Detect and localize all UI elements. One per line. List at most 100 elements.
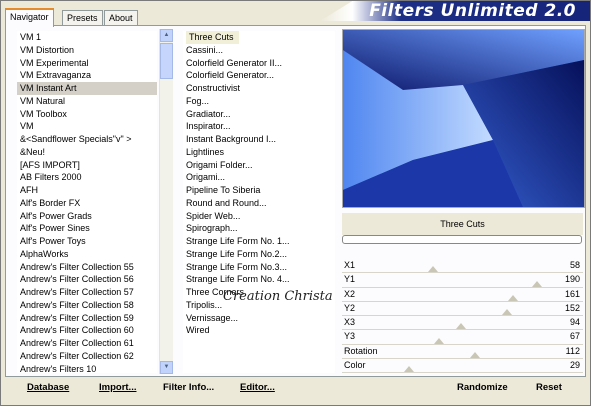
category-item[interactable]: Alf's Border FX: [17, 197, 157, 210]
filter-item[interactable]: Constructivist: [183, 82, 335, 95]
category-item[interactable]: VM Experimental: [17, 57, 157, 70]
filter-item-label: Fog...: [186, 95, 210, 106]
filters-unlimited-window: Filters Unlimited 2.0 Navigator Presets …: [0, 0, 591, 406]
filter-item[interactable]: Spider Web...: [183, 210, 335, 223]
category-item[interactable]: VM: [17, 120, 157, 133]
filter-item[interactable]: Round and Round...: [183, 197, 335, 210]
preview-image: [343, 30, 584, 207]
param-row[interactable]: Y2 152: [342, 302, 583, 317]
reset-label: Reset: [536, 382, 562, 393]
filter-item[interactable]: Strange Life Form No. 4...: [183, 273, 335, 286]
slider-thumb[interactable]: [508, 294, 518, 301]
filter-list[interactable]: Three Cuts Cassini... Colorfield Generator…: [183, 31, 335, 373]
filter-item[interactable]: Fog...: [183, 95, 335, 108]
param-row[interactable]: X1 58: [342, 259, 583, 274]
category-scrollbar[interactable]: ▲ ▼: [159, 29, 173, 374]
filter-item[interactable]: Strange Life Form No.2...: [183, 248, 335, 261]
slider-thumb[interactable]: [502, 309, 512, 316]
database-button[interactable]: Database: [27, 382, 69, 393]
param-label: Color: [344, 360, 366, 371]
param-value: 94: [569, 317, 580, 328]
filter-item-label: Lightlines: [186, 146, 225, 157]
filter-item-label: Colorfield Generator...: [186, 70, 275, 81]
category-item[interactable]: VM Instant Art: [17, 82, 157, 95]
param-row[interactable]: Y3 67: [342, 330, 583, 345]
filter-item-label: Pipeline To Siberia: [186, 185, 261, 195]
param-row[interactable]: Y1 190: [342, 273, 583, 288]
tab-about[interactable]: About: [104, 10, 138, 25]
brand-title: Filters Unlimited 2.0: [369, 1, 576, 21]
category-item[interactable]: Andrew's Filter Collection 58: [17, 299, 157, 312]
param-value: 112: [565, 345, 580, 356]
filter-item[interactable]: Colorfield Generator...: [183, 69, 335, 82]
filter-item-label: Round and Round...: [186, 197, 267, 208]
category-item[interactable]: &Neu!: [17, 146, 157, 159]
filter-item[interactable]: Gradiator...: [183, 108, 335, 121]
filter-item-label: Three Cuts: [186, 31, 239, 44]
category-item[interactable]: Alf's Power Sines: [17, 222, 157, 235]
filter-item[interactable]: Origami Folder...: [183, 159, 335, 172]
category-item[interactable]: [AFS IMPORT]: [17, 159, 157, 172]
category-item[interactable]: Andrew's Filter Collection 57: [17, 286, 157, 299]
param-value: 152: [564, 302, 580, 313]
category-item[interactable]: VM Toolbox: [17, 108, 157, 121]
filter-item[interactable]: Pipeline To Siberia: [183, 184, 335, 197]
slider-thumb[interactable]: [532, 280, 542, 287]
category-item[interactable]: VM Distortion: [17, 44, 157, 57]
category-item[interactable]: Andrew's Filter Collection 59: [17, 312, 157, 325]
randomize-label: Randomize: [457, 382, 508, 393]
filter-item[interactable]: Inspirator...: [183, 120, 335, 133]
category-item[interactable]: AFH: [17, 184, 157, 197]
category-item[interactable]: VM Extravaganza: [17, 69, 157, 82]
filter-item-label: Strange Life Form No.3...: [186, 261, 288, 272]
editor-button[interactable]: Editor...: [240, 382, 275, 393]
filter-item[interactable]: Wired: [183, 324, 335, 337]
filter-item[interactable]: Instant Background I...: [183, 133, 335, 146]
slider-thumb[interactable]: [470, 352, 480, 359]
filter-name-label: Three Cuts: [342, 213, 583, 235]
category-item[interactable]: Andrew's Filter Collection 61: [17, 337, 157, 350]
slider-thumb[interactable]: [404, 366, 414, 373]
filter-item[interactable]: Strange Life Form No.3...: [183, 261, 335, 274]
tab-presets[interactable]: Presets: [62, 10, 103, 25]
filter-item[interactable]: Origami...: [183, 171, 335, 184]
category-item[interactable]: Andrew's Filter Collection 56: [17, 273, 157, 286]
randomize-button[interactable]: Randomize: [457, 382, 508, 393]
param-row[interactable]: Rotation 112: [342, 345, 583, 360]
import-button[interactable]: Import...: [99, 382, 136, 393]
category-item[interactable]: VM 1: [17, 31, 157, 44]
category-item[interactable]: VM Natural: [17, 95, 157, 108]
scroll-thumb[interactable]: [160, 43, 173, 79]
filter-item[interactable]: Lightlines: [183, 146, 335, 159]
filter-item-label: Spider Web...: [186, 210, 241, 221]
category-item[interactable]: Alf's Power Toys: [17, 235, 157, 248]
category-list[interactable]: VM 1 VM Distortion VM Experimental VM Extra…: [17, 31, 157, 373]
category-item[interactable]: Andrew's Filter Collection 55: [17, 261, 157, 274]
category-item[interactable]: AB Filters 2000: [17, 171, 157, 184]
filter-item[interactable]: Colorfield Generator II...: [183, 57, 335, 70]
category-item[interactable]: Andrew's Filter Collection 62: [17, 350, 157, 363]
category-item[interactable]: Alf's Power Grads: [17, 210, 157, 223]
scroll-up-button[interactable]: ▲: [160, 29, 173, 42]
filter-info-button[interactable]: Filter Info...: [163, 382, 214, 393]
category-item[interactable]: AlphaWorks: [17, 248, 157, 261]
param-row[interactable]: X3 94: [342, 316, 583, 331]
reset-button[interactable]: Reset: [536, 382, 562, 393]
slider-thumb[interactable]: [428, 266, 438, 273]
filter-item[interactable]: Strange Life Form No. 1...: [183, 235, 335, 248]
filter-item-label: Origami Folder...: [186, 159, 253, 170]
category-item[interactable]: Andrew's Filters 10: [17, 363, 157, 374]
slider-thumb[interactable]: [456, 323, 466, 330]
slider-track[interactable]: [342, 372, 583, 374]
param-row[interactable]: Color 29: [342, 359, 583, 374]
filter-item[interactable]: Spirograph...: [183, 222, 335, 235]
tab-navigator[interactable]: Navigator: [5, 8, 54, 27]
category-item[interactable]: Andrew's Filter Collection 60: [17, 324, 157, 337]
scroll-down-button[interactable]: ▼: [160, 361, 173, 374]
slider-thumb[interactable]: [434, 337, 444, 344]
category-item[interactable]: &<Sandflower Specials"v" >: [17, 133, 157, 146]
param-row[interactable]: X2 161: [342, 288, 583, 302]
filter-item[interactable]: Vernissage...: [183, 312, 335, 325]
filter-item[interactable]: Three Cuts: [183, 31, 335, 44]
filter-item[interactable]: Cassini...: [183, 44, 335, 57]
